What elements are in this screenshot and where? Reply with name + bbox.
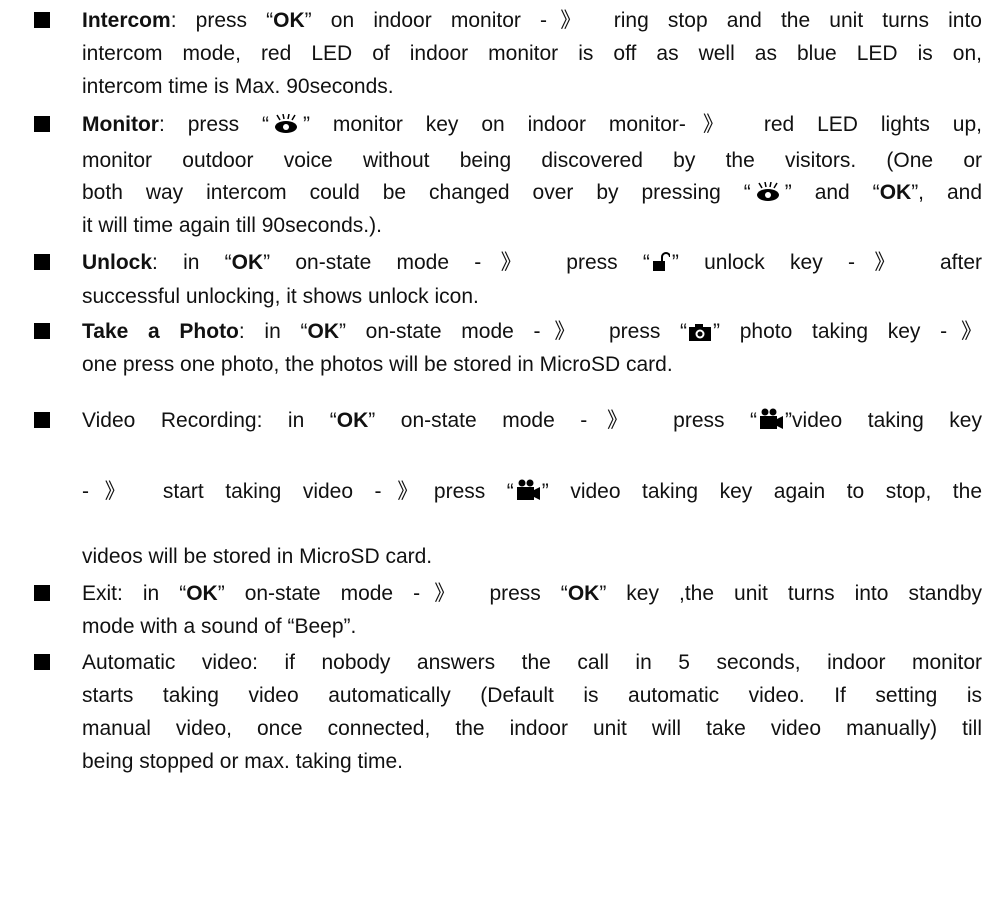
text-line: being stopped or max. taking time. <box>82 750 404 773</box>
video-camera-icon <box>759 408 784 438</box>
text-line: monitor outdoor voice without being disc… <box>82 149 982 172</box>
text-line: videos will be stored in MicroSD card. <box>82 545 433 568</box>
text-line: Monitor: press “” monitor key on indoor … <box>82 110 982 142</box>
text-line: mode with a sound of “Beep”. <box>82 615 357 638</box>
text-line: Unlock: in “OK” on-state mode -》 press “… <box>82 248 982 280</box>
text-line: successful unlocking, it shows unlock ic… <box>82 285 479 308</box>
text-line: Intercom: press “OK” on indoor monitor -… <box>82 9 982 32</box>
unlock-icon <box>652 251 671 280</box>
monitor-eye-icon <box>271 113 301 142</box>
bullet-square <box>34 654 50 670</box>
bullet-square <box>34 254 50 270</box>
bullet-square <box>34 12 50 28</box>
text-line: Automatic video: if nobody answers the c… <box>82 651 982 674</box>
text-line: Take a Photo: in “OK” on-state mode -》 p… <box>82 317 982 349</box>
bullet-square <box>34 585 50 601</box>
text-line: it will time again till 90seconds.). <box>82 214 382 237</box>
text-line: both way intercom could be changed over … <box>82 178 982 210</box>
video-camera-icon <box>516 479 540 509</box>
text-line: starts taking video automatically (Defau… <box>82 684 982 707</box>
text-line: intercom mode, red LED of indoor monitor… <box>82 42 982 65</box>
camera-icon <box>689 320 712 349</box>
monitor-eye-icon <box>753 181 783 210</box>
text-line: intercom time is Max. 90seconds. <box>82 75 394 98</box>
text-line: manual video, once connected, the indoor… <box>82 717 982 740</box>
text-line: one press one photo, the photos will be … <box>82 353 673 376</box>
text-line: Exit: in “OK” on-state mode -》 press “OK… <box>82 582 982 605</box>
text-line: Video Recording: in “OK” on-state mode -… <box>82 406 982 438</box>
bullet-square <box>34 116 50 132</box>
bullet-square <box>34 323 50 339</box>
text-line: -》 start taking video -》press “” video t… <box>82 477 982 509</box>
bullet-square <box>34 412 50 428</box>
